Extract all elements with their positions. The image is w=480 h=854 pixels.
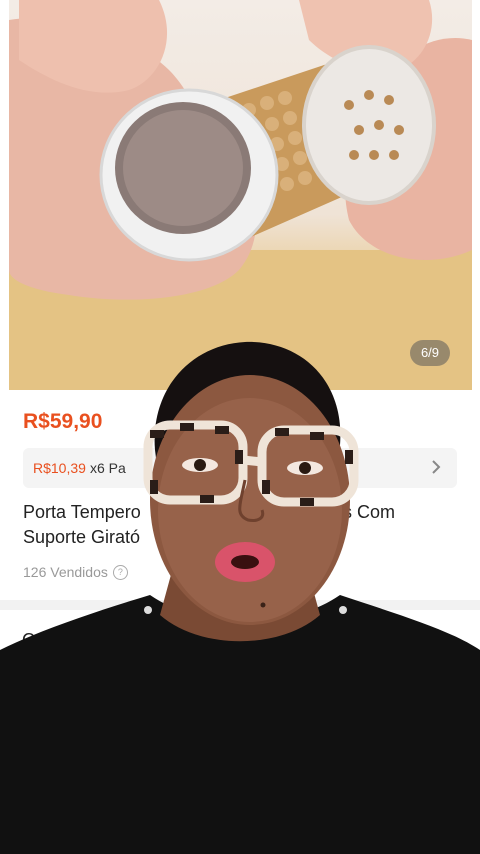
product-screen: 6/9 R$59,90 R$10,39 x6 Pa Porta Tempero …	[0, 0, 480, 854]
presenter-overlay	[0, 341, 480, 854]
